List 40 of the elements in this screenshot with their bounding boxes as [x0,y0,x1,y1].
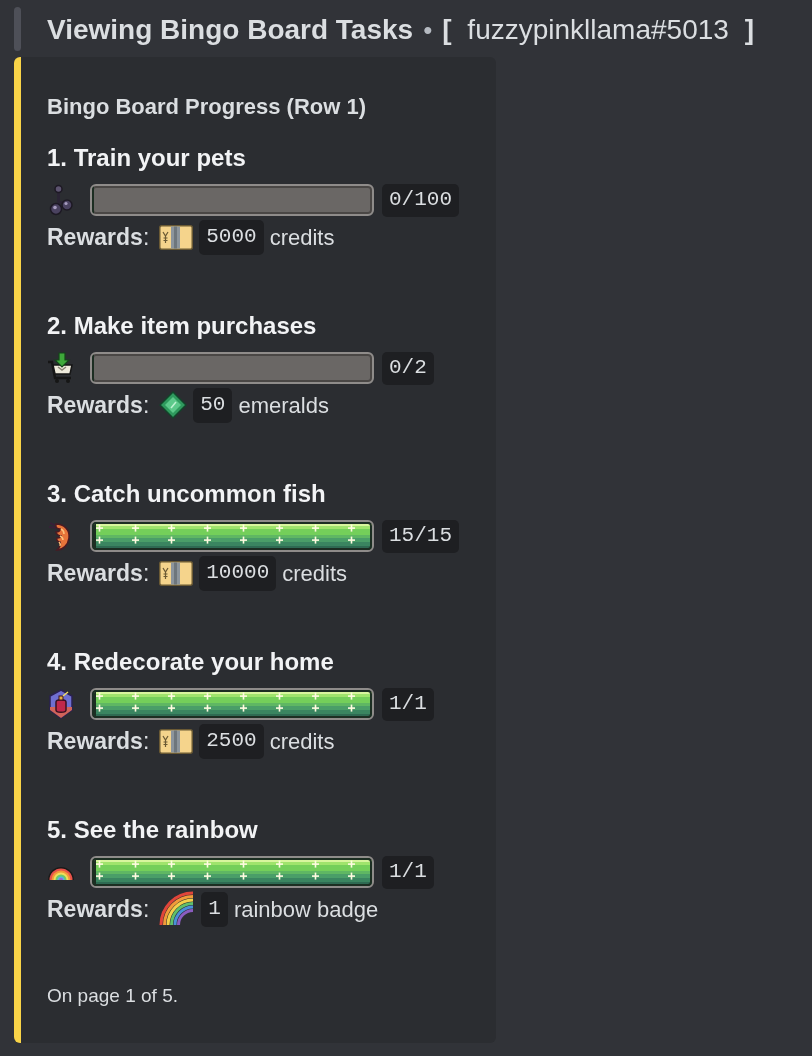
dumbbell-icon [47,184,75,216]
task-title: 3. Catch uncommon fish [47,479,327,509]
jar-icon [47,688,75,720]
rainbow-icon [47,864,75,880]
progress-count: 1/1 [382,855,434,889]
separator: • [423,13,433,47]
page-indicator: On page 1 of 5. [47,984,179,1008]
task-title: 5. See the rainbow [47,815,259,845]
gem-icon [159,391,188,419]
embed-title: Bingo Board Progress (Row 1) [47,92,368,121]
rewards-label: Rewards: [47,558,150,588]
reward-amount: 50 [193,387,233,423]
banknote-icon [159,560,194,586]
rewards-label: Rewards: [47,726,150,756]
progress-count: 1/1 [382,687,434,721]
reward-amount: 10000 [199,555,277,591]
task-title: 4. Redecorate your home [47,647,335,677]
progress-count: 0/100 [382,183,459,217]
reward-unit: credits [269,223,335,252]
rainbow-icon [159,891,196,927]
reward-unit: credits [269,727,335,756]
reward-amount: 5000 [199,219,264,255]
rewards-label: Rewards: [47,894,150,924]
reward-unit: credits [282,559,348,588]
progress-count: 0/2 [382,351,434,385]
rewards-label: Rewards: [47,390,150,420]
rewards-label: Rewards: [47,222,150,252]
header-title: Viewing Bingo Board Tasks [47,13,414,47]
cart-icon [47,352,75,384]
reward-unit: rainbow badge [233,895,379,924]
task-title: 2. Make item purchases [47,311,318,341]
task-title: 1. Train your pets [47,143,247,173]
banknote-icon [159,728,194,754]
reward-amount: 2500 [199,723,264,759]
progress-count: 15/15 [382,519,459,553]
reward-unit: emeralds [238,391,329,420]
username: [ fuzzypinkllama#5013 ] [442,13,754,47]
banknote-icon [159,224,194,250]
quote-bar [14,7,21,51]
reward-amount: 1 [201,891,228,927]
